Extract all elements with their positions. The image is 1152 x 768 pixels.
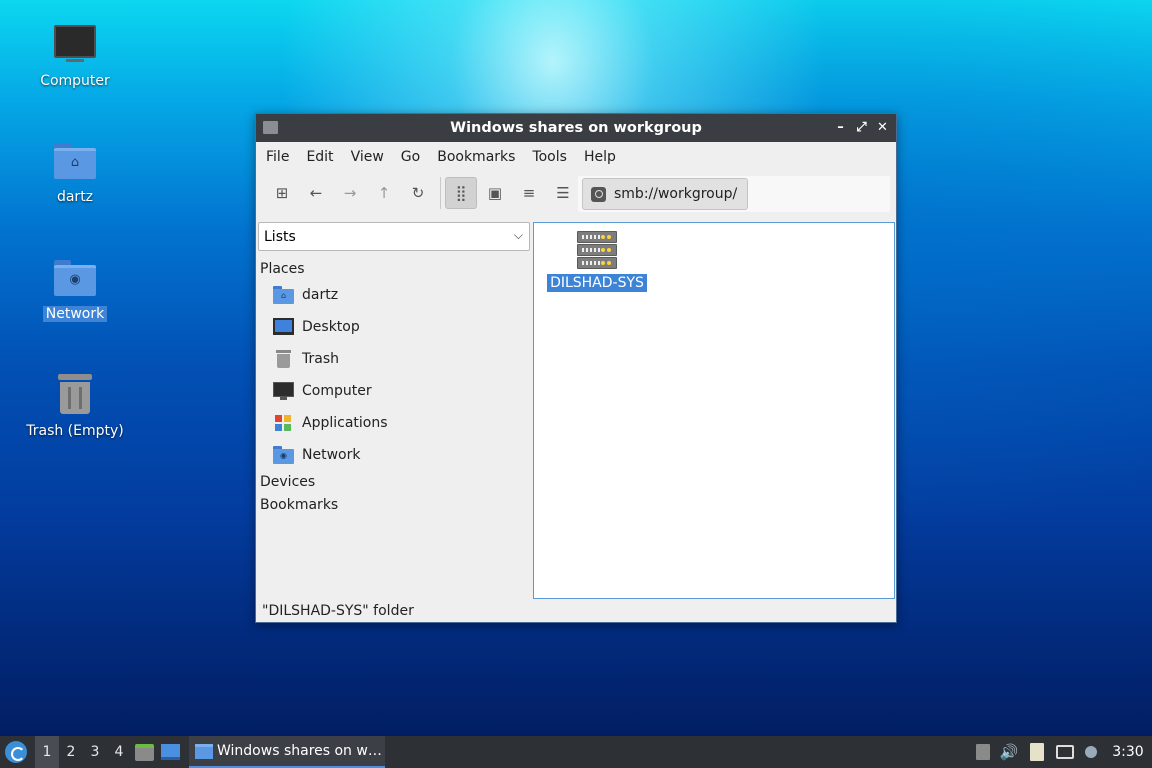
package-icon [976,744,990,760]
menu-tools[interactable]: Tools [524,149,575,165]
minimize-button[interactable]: – [833,119,848,137]
applications-icon [273,414,294,432]
network-drive-icon [591,186,606,202]
menu-view[interactable]: View [343,149,392,165]
folder-icon [263,121,278,134]
workspace-2[interactable]: 2 [59,736,83,768]
clock[interactable]: 3:30 [1104,744,1152,760]
start-menu-icon[interactable] [5,741,27,763]
notes-icon [1030,743,1044,761]
menubar: File Edit View Go Bookmarks Tools Help [256,142,896,172]
task-label: Windows shares on w… [217,743,382,759]
window-title: Windows shares on workgroup [450,120,702,136]
window-titlebar[interactable]: Windows shares on workgroup – ⤢ ✕ [256,114,896,142]
desktop-icon-label: dartz [56,189,94,205]
file-manager-launcher[interactable] [131,736,157,768]
places-heading[interactable]: Places [260,261,531,277]
bookmarks-heading[interactable]: Bookmarks [260,497,531,513]
home-folder-icon: ⌂ [273,286,294,304]
network-icon [1056,745,1074,759]
toolbar: ⊞ ← → ↑ ↻ ⣿ ▣ ≡ ☰ smb://workgroup/ [256,172,896,214]
file-item[interactable]: DILSHAD-SYS [547,231,647,292]
menu-help[interactable]: Help [576,149,624,165]
place-label: dartz [302,287,339,303]
maximize-button[interactable]: ⤢ [854,119,869,137]
system-tray: 🔊 3:30 [970,736,1152,768]
desktop-icon-trash[interactable]: Trash (Empty) [20,372,130,439]
place-item-desktop[interactable]: Desktop [257,311,531,343]
up-arrow-icon[interactable]: ↑ [368,177,400,209]
new-tab-icon[interactable]: ⊞ [266,177,298,209]
desktop-icon-dartz[interactable]: ⌂ dartz [20,138,130,205]
volume-icon[interactable]: 🔊 [996,736,1022,768]
menu-file[interactable]: File [258,149,297,165]
place-item-network[interactable]: ◉ Network [257,439,531,471]
home-folder-icon: ⌂ [53,138,97,182]
clipboard-indicator[interactable] [1022,736,1052,768]
trash-icon [53,372,97,416]
desktop-icon-label: Computer [40,73,110,89]
back-arrow-icon[interactable]: ← [300,177,332,209]
taskbar-window-button[interactable]: Windows shares on w… [189,736,385,768]
location-bar: smb://workgroup/ [578,176,890,212]
folder-icon [195,743,213,759]
menu-bookmarks[interactable]: Bookmarks [429,149,523,165]
place-label: Desktop [302,319,360,335]
side-pane-mode-select[interactable]: Lists ⌵ [258,222,530,251]
server-icon [576,231,618,271]
place-label: Trash [302,351,339,367]
side-pane: Lists ⌵ Places ⌂ dartz Desktop Trash Com… [257,222,531,598]
file-manager-icon [134,743,154,761]
file-manager-window: Windows shares on workgroup – ⤢ ✕ File E… [255,113,897,623]
show-desktop-icon [160,744,180,760]
place-label: Computer [302,383,372,399]
place-item-computer[interactable]: Computer [257,375,531,407]
menu-edit[interactable]: Edit [298,149,341,165]
computer-icon [273,382,294,400]
icon-view-icon[interactable]: ⣿ [445,177,477,209]
tray-app-indicator[interactable] [970,736,996,768]
thumbnail-view-icon[interactable]: ▣ [479,177,511,209]
devices-heading[interactable]: Devices [260,474,531,490]
side-pane-mode-value: Lists [264,228,296,245]
desktop-icon-computer[interactable]: Computer [20,22,130,89]
show-desktop-launcher[interactable] [157,736,183,768]
computer-icon [53,22,97,66]
chevron-down-icon: ⌵ [513,228,523,242]
place-label: Network [302,447,361,463]
reload-icon[interactable]: ↻ [402,177,434,209]
place-item-dartz[interactable]: ⌂ dartz [257,279,531,311]
folder-view[interactable]: DILSHAD-SYS [533,222,895,599]
desktop-icon [273,318,294,336]
toolbar-separator [440,177,441,209]
forward-arrow-icon[interactable]: → [334,177,366,209]
notification-indicator[interactable] [1078,736,1104,768]
workspace-1[interactable]: 1 [35,736,59,768]
desktop-icon-label: Trash (Empty) [26,423,124,439]
place-item-applications[interactable]: Applications [257,407,531,439]
location-path-label: smb://workgroup/ [614,186,738,202]
network-status[interactable] [1052,736,1078,768]
status-bar: "DILSHAD-SYS" folder [262,603,414,619]
place-item-trash[interactable]: Trash [257,343,531,375]
network-folder-icon: ◉ [53,255,97,299]
taskbar: 1 2 3 4 Windows shares on w… 🔊 3:30 [0,736,1152,768]
compact-view-icon[interactable]: ≡ [513,177,545,209]
notification-icon [1085,746,1097,758]
network-folder-icon: ◉ [273,446,294,464]
workspace-3[interactable]: 3 [83,736,107,768]
place-label: Applications [302,415,388,431]
desktop-icon-label: Network [42,306,108,322]
trash-icon [273,350,294,368]
menu-go[interactable]: Go [393,149,428,165]
file-item-label: DILSHAD-SYS [547,274,647,292]
close-button[interactable]: ✕ [875,119,890,137]
detailed-list-view-icon[interactable]: ☰ [547,177,579,209]
location-path-button[interactable]: smb://workgroup/ [582,178,748,210]
workspace-4[interactable]: 4 [107,736,131,768]
desktop-icon-network[interactable]: ◉ Network [20,255,130,322]
